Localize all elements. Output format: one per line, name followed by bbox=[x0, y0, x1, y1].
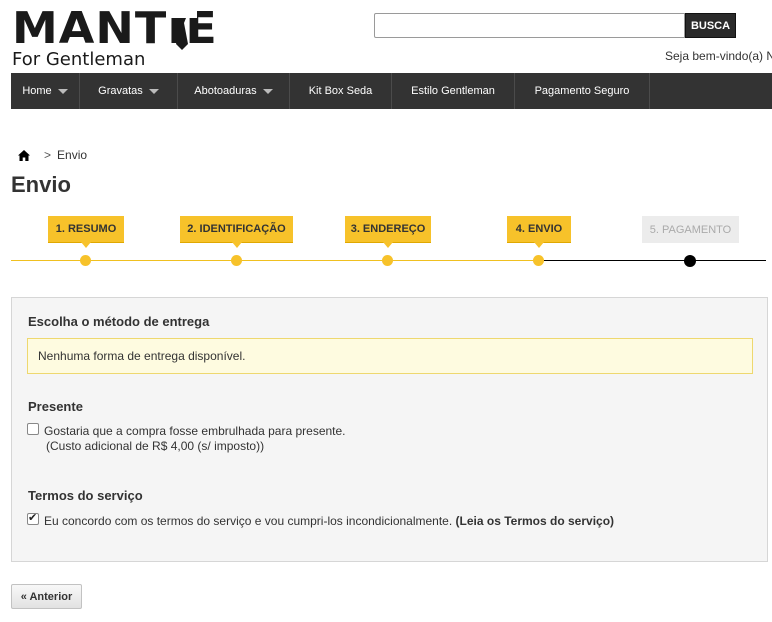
step-label: 4. ENVIO bbox=[515, 223, 563, 235]
nav-item-label: Home bbox=[22, 85, 52, 97]
nav-item-estilo-gentleman[interactable]: Estilo Gentleman bbox=[392, 73, 515, 109]
terms-title: Termos do serviço bbox=[28, 488, 143, 503]
terms-checkbox-label-row: Eu concordo com os termos do serviço e v… bbox=[44, 514, 614, 528]
step-dot-endereco bbox=[382, 255, 393, 266]
gift-checkbox[interactable] bbox=[27, 423, 39, 435]
step-label: 2. IDENTIFICAÇÃO bbox=[187, 223, 286, 235]
nav-item-home[interactable]: Home bbox=[11, 73, 80, 109]
nav-item-gravatas[interactable]: Gravatas bbox=[80, 73, 178, 109]
nav-item-label: Gravatas bbox=[98, 85, 143, 97]
step-label: 5. PAGAMENTO bbox=[649, 223, 732, 236]
step-dot-identificacao bbox=[231, 255, 242, 266]
step-pointer bbox=[534, 242, 544, 248]
chevron-down-icon bbox=[57, 88, 68, 94]
shipping-alert: Nenhuma forma de entrega disponível. bbox=[27, 338, 753, 374]
nav-item-kit-box-seda[interactable]: Kit Box Seda bbox=[290, 73, 392, 109]
welcome-text: Seja bem-vindo(a) N bbox=[665, 49, 772, 63]
step-label: 3. ENDEREÇO bbox=[350, 223, 426, 235]
logo-tagline: For Gentleman bbox=[12, 49, 146, 70]
gift-checkbox-label[interactable]: Gostaria que a compra fosse embrulhada p… bbox=[44, 424, 346, 438]
search-bar: BUSCA bbox=[374, 13, 736, 38]
step-dot-envio bbox=[533, 255, 544, 266]
step-resumo[interactable]: 1. RESUMO bbox=[48, 216, 124, 248]
nav-item-label: Abotoaduras bbox=[194, 85, 257, 97]
gift-cost-note: (Custo adicional de R$ 4,00 (s/ imposto)… bbox=[46, 439, 265, 453]
step-pointer bbox=[383, 242, 393, 248]
step-pagamento: 5. PAGAMENTO bbox=[642, 216, 739, 243]
nav-item-label: Kit Box Seda bbox=[308, 85, 373, 97]
step-envio: 4. ENVIO bbox=[507, 216, 571, 248]
terms-checkbox-label[interactable]: Eu concordo com os termos do serviço e v… bbox=[44, 514, 452, 528]
shipping-panel: Escolha o método de entrega Nenhuma form… bbox=[11, 297, 768, 562]
terms-link[interactable]: (Leia os Termos do serviço) bbox=[456, 514, 615, 528]
search-input[interactable] bbox=[374, 13, 685, 38]
breadcrumb-separator: > bbox=[44, 148, 52, 162]
search-button[interactable]: BUSCA bbox=[685, 13, 736, 38]
nav-item-pagamento-seguro[interactable]: Pagamento Seguro bbox=[515, 73, 650, 109]
previous-button[interactable]: « Anterior bbox=[11, 584, 82, 609]
nav-item-abotoaduras[interactable]: Abotoaduras bbox=[178, 73, 290, 109]
chevron-down-icon bbox=[148, 88, 159, 94]
step-pointer bbox=[231, 242, 242, 248]
step-pointer bbox=[81, 242, 91, 248]
step-label: 1. RESUMO bbox=[55, 223, 117, 235]
nav-item-label: Pagamento Seguro bbox=[534, 85, 630, 97]
gift-title: Presente bbox=[28, 399, 83, 414]
breadcrumb-current: Envio bbox=[57, 148, 88, 162]
step-identificacao[interactable]: 2. IDENTIFICAÇÃO bbox=[180, 216, 293, 248]
tie-icon bbox=[167, 10, 197, 50]
shipping-method-title: Escolha o método de entrega bbox=[28, 314, 210, 329]
main-nav: Home Gravatas Abotoaduras Kit Box Seda E… bbox=[11, 73, 772, 109]
step-dot-pagamento bbox=[684, 255, 696, 267]
page-title: Envio bbox=[11, 172, 71, 197]
chevron-down-icon bbox=[262, 88, 273, 94]
breadcrumb: > Envio bbox=[18, 148, 87, 162]
step-endereco[interactable]: 3. ENDEREÇO bbox=[345, 216, 431, 248]
step-dot-resumo bbox=[80, 255, 91, 266]
logo[interactable]: MANTIE For Gentleman bbox=[12, 6, 217, 70]
home-icon[interactable] bbox=[18, 149, 30, 161]
nav-item-label: Estilo Gentleman bbox=[411, 85, 495, 97]
progress-line-remaining bbox=[539, 260, 766, 261]
terms-checkbox[interactable] bbox=[27, 511, 39, 525]
